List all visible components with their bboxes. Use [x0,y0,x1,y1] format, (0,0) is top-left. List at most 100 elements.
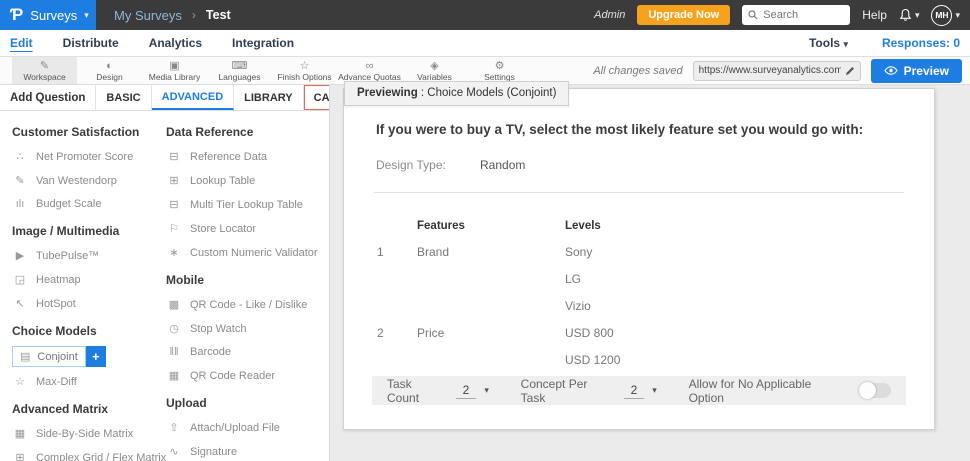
search-input[interactable] [763,9,844,21]
section-image-multimedia: Image / Multimedia [12,224,120,238]
nav-edit[interactable]: Edit [10,36,33,50]
toolbar-advance-quotas[interactable]: ∞ Advance Quotas [337,57,402,84]
divider [374,192,904,193]
qtype-hotspot[interactable]: ↖ HotSpot [12,297,157,311]
global-search[interactable] [742,5,851,25]
design-type-row: Design Type: Random [376,158,904,172]
qtype-side-by-side-matrix[interactable]: ▦ Side-By-Side Matrix [12,427,157,441]
avatar: MH [931,4,953,26]
qtype-qr-like-dislike[interactable]: ▩ QR Code - Like / Dislike [166,298,326,312]
levels-header: Levels [565,220,601,232]
col-spacer [377,208,417,232]
breadcrumb-my-surveys[interactable]: My Surveys [114,8,182,23]
qtype-lookup-table[interactable]: ⊞ Lookup Table [166,174,326,188]
toolbar-languages[interactable]: ⌨ Languages [207,57,272,84]
app-window: Ƥ Surveys ▾ My Surveys › Test Admin Upgr… [0,0,970,461]
edit-url-pencil-icon[interactable] [845,66,855,76]
heatmap-icon: ◲ [14,274,26,286]
nav-integration[interactable]: Integration [232,36,294,50]
nav-analytics[interactable]: Analytics [149,36,202,50]
toolbar-finish-options[interactable]: ☆ Finish Options [272,57,337,84]
level-value: USD 800 [565,326,614,340]
nav-right-cluster: Tools ▾ Responses: 0 [809,36,960,50]
main-nav: Edit Distribute Analytics Integration To… [0,30,970,57]
nav-distribute[interactable]: Distribute [63,36,119,50]
add-question-panel: Add Question BASIC ADVANCED LIBRARY CANV… [0,85,330,461]
tab-canvas[interactable]: CANVAS [304,85,329,110]
survey-url-input[interactable] [698,65,841,76]
breadcrumb-survey-title[interactable]: Test [206,8,231,22]
tab-library[interactable]: LIBRARY [234,85,304,110]
stop-watch-icon: ◷ [169,323,179,335]
van-westendorp-icon: ✎ [15,175,25,187]
design-type-label: Design Type: [376,158,446,172]
tab-advanced[interactable]: ADVANCED [151,85,235,110]
conjoint-controls-bar: Task Count 2 ▾ Concept Per Task 2 ▾ Allo… [372,376,906,405]
section-mobile: Mobile [166,273,204,287]
product-switcher[interactable]: Ƥ Surveys ▾ [0,0,96,30]
qtype-stop-watch[interactable]: ◷ Stop Watch [166,322,326,336]
conjoint-icon: ▤ [20,351,31,363]
qtype-conjoint[interactable]: ▤ Conjoint [12,346,86,367]
qtype-net-promoter-score[interactable]: ∴ Net Promoter Score [12,150,157,164]
features-header: Features [417,220,465,232]
qtype-attach-upload-file[interactable]: ⇧ Attach/Upload File [166,421,326,435]
breadcrumb-separator-icon: › [191,8,196,22]
max-diff-wand-icon: ☆ [15,376,25,388]
notifications-menu[interactable]: ▾ [899,8,919,22]
qtype-max-diff[interactable]: ☆ Max-Diff [12,375,157,389]
add-conjoint-button[interactable]: + [85,346,106,367]
concept-per-task-dropdown[interactable]: 2 ▾ [623,383,657,399]
toolbar-media-library[interactable]: ▣ Media Library [142,57,207,84]
media-library-icon: ▣ [169,59,180,72]
autosave-status: All changes saved [593,64,683,77]
qtype-budget-scale[interactable]: ılı Budget Scale [12,198,157,210]
qtype-signature[interactable]: ∿ Signature [166,445,326,459]
chevron-down-icon: ▾ [843,39,848,49]
variables-tag-icon: ◈ [430,59,439,72]
signature-icon: ∿ [169,446,179,458]
qr-code-reader-icon: ▦ [168,370,180,382]
budget-scale-icon: ılı [15,198,25,210]
qtype-heatmap[interactable]: ◲ Heatmap [12,273,157,287]
task-count-dropdown[interactable]: 2 ▾ [455,383,489,399]
qtype-complex-grid[interactable]: ⊞ Complex Grid / Flex Matrix [12,451,166,461]
toolbar-design[interactable]: ◐ Design [77,57,142,84]
lookup-table-icon: ⊞ [169,175,179,187]
responses-count-link[interactable]: Responses: 0 [882,36,960,50]
task-count-label: Task Count [387,376,420,405]
tools-menu[interactable]: Tools ▾ [809,36,848,50]
toggle-knob [859,382,876,399]
qtype-barcode[interactable]: ‖‖ Barcode [166,346,326,358]
account-menu[interactable]: MH ▾ [931,4,960,26]
qtype-custom-numeric-validator[interactable]: ∗ Custom Numeric Validator [166,246,326,260]
qtype-tubepulse[interactable]: ▶ TubePulse™ [12,249,157,263]
section-upload: Upload [166,396,207,410]
section-customer-satisfaction: Customer Satisfaction [12,125,140,139]
preview-button[interactable]: Preview [870,58,962,83]
questionpro-logo-icon: Ƥ [10,5,24,24]
survey-url-field[interactable] [692,60,861,81]
no-applicable-option-toggle[interactable] [859,382,891,399]
toolbar-settings[interactable]: ⚙ Settings [467,57,532,84]
qtype-qr-code-reader[interactable]: ▦ QR Code Reader [166,369,326,383]
upgrade-now-button[interactable]: Upgrade Now [637,5,731,25]
eye-icon [883,66,898,75]
qtype-reference-data[interactable]: ⊟ Reference Data [166,150,326,164]
level-value: USD 1200 [565,353,621,367]
qtype-van-westendorp[interactable]: ✎ Van Westendorp [12,174,157,188]
section-advanced-matrix: Advanced Matrix [12,402,109,416]
no-applicable-option-label: Allow for No Applicable Option [688,376,812,405]
help-link[interactable]: Help [862,8,887,22]
feature-name: Price [417,326,445,340]
toolbar-variables[interactable]: ◈ Variables [402,57,467,84]
search-icon [748,10,758,20]
chevron-down-icon: ▾ [84,9,89,20]
design-palette-icon: ◐ [106,59,113,72]
settings-gear-icon: ⚙ [494,59,505,72]
tab-basic[interactable]: BASIC [96,85,152,110]
qtype-store-locator[interactable]: ⚐ Store Locator [166,222,326,236]
toolbar-workspace[interactable]: ✎ Workspace [12,57,77,84]
multi-tier-lookup-icon: ⊟ [169,199,179,211]
qtype-multi-tier-lookup-table[interactable]: ⊟ Multi Tier Lookup Table [166,198,326,212]
